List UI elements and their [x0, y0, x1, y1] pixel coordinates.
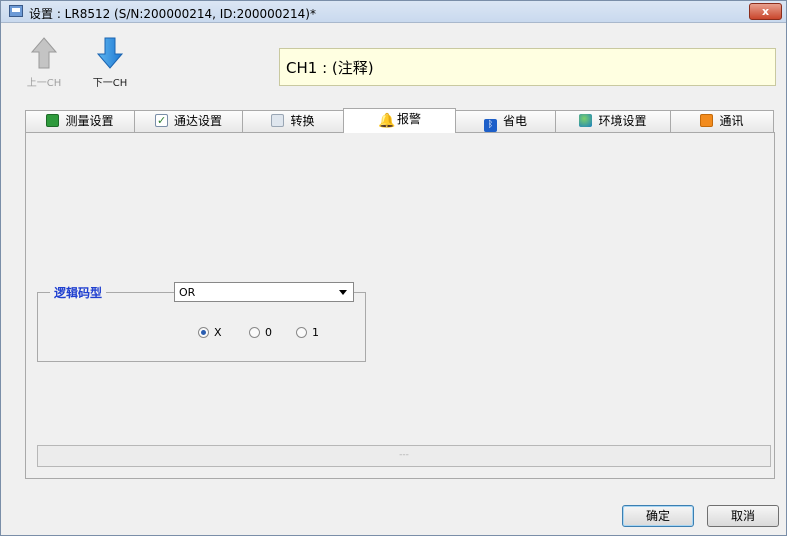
measure-icon	[46, 114, 60, 127]
tab-label: 通讯	[719, 114, 744, 128]
radio-x[interactable]: X	[198, 326, 222, 339]
rss-icon	[700, 114, 714, 127]
ok-button[interactable]: 确定	[622, 505, 694, 527]
logic-operator-value: OR	[179, 286, 196, 299]
window-icon	[9, 5, 23, 17]
close-button[interactable]: x	[749, 3, 782, 20]
tab-environment-settings[interactable]: 环境设置	[555, 110, 671, 132]
radio-0[interactable]: 0	[249, 326, 272, 339]
toolbar: 上一CH 下一CH CH1 : (注释)	[1, 24, 786, 100]
globe-icon	[579, 114, 593, 127]
radio-1[interactable]: 1	[296, 326, 319, 339]
checkbox-icon	[154, 111, 168, 131]
tab-label: 测量设置	[65, 114, 114, 128]
settings-tabs: 测量设置 通达设置 转换 🔔报警 ᛒ 省电 环境设置 通讯	[25, 108, 775, 133]
window-title: 设置 : LR8512 (S/N:200000214, ID:200000214…	[29, 7, 316, 21]
cancel-button[interactable]: 取消	[707, 505, 779, 527]
arrow-up-icon	[30, 37, 58, 69]
radio-selected-icon	[198, 327, 209, 338]
tab-label: 报警	[396, 112, 421, 126]
chevron-down-icon	[339, 290, 347, 295]
logic-pattern-group: 逻辑码型 OR X 0 1	[37, 282, 366, 362]
previous-channel-button[interactable]: 上一CH	[21, 34, 67, 96]
next-channel-label: 下一CH	[92, 78, 128, 89]
tab-channel-settings[interactable]: 通达设置	[134, 110, 243, 132]
next-channel-button[interactable]: 下一CH	[87, 34, 133, 96]
previous-channel-label: 上一CH	[26, 78, 62, 89]
tab-label: 省电	[502, 114, 527, 128]
radio-label: X	[214, 326, 222, 339]
logic-pattern-label: 逻辑码型	[50, 284, 107, 301]
arrow-down-icon	[96, 37, 124, 69]
tab-power-saving[interactable]: ᛒ 省电	[455, 110, 556, 132]
tab-label: 环境设置	[598, 114, 647, 128]
logic-operator-select[interactable]: OR	[174, 282, 354, 302]
tab-alarm[interactable]: 🔔 报警	[343, 108, 456, 133]
tab-label: 通达设置	[173, 114, 222, 128]
radio-label: 0	[265, 326, 272, 339]
radio-icon	[249, 327, 260, 338]
bluetooth-icon: ᛒ	[483, 119, 497, 132]
bell-icon: 🔔	[377, 113, 396, 129]
channel-comment-field[interactable]: CH1 : (注释)	[279, 48, 776, 86]
settings-window: 设置 : LR8512 (S/N:200000214, ID:200000214…	[0, 0, 787, 536]
title-bar: 设置 : LR8512 (S/N:200000214, ID:200000214…	[1, 1, 786, 23]
tab-communication[interactable]: 通讯	[670, 110, 774, 132]
radio-label: 1	[312, 326, 319, 339]
radio-icon	[296, 327, 307, 338]
tab-measurement-settings[interactable]: 测量设置	[25, 110, 135, 132]
calculator-icon	[271, 114, 285, 127]
status-bar: ---	[37, 445, 771, 467]
tab-label: 转换	[290, 114, 315, 128]
tab-conversion[interactable]: 转换	[242, 110, 344, 132]
alarm-panel: 逻辑码型 OR X 0 1 ---	[25, 132, 775, 479]
